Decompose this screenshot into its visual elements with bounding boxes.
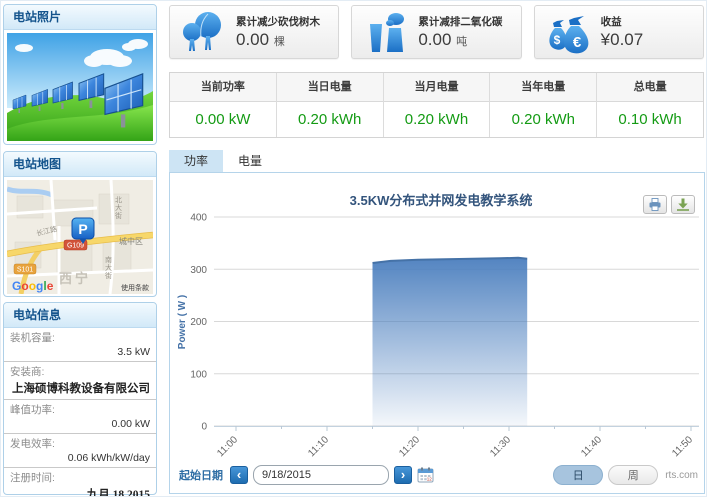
info-row-registered: 注册时间: 九月.18,2015: [4, 468, 156, 497]
chart-export-buttons: [643, 195, 695, 214]
station-map-panel: 电站地图: [3, 151, 157, 297]
chart-tabs: 功率 电量: [169, 150, 277, 172]
download-icon: [676, 198, 690, 211]
svg-text:G109: G109: [67, 243, 84, 250]
week-range-button[interactable]: 周: [608, 465, 658, 485]
svg-text:200: 200: [190, 317, 207, 328]
date-toolbar: 起始日期 ‹ › 12 日 周 rts.com: [179, 464, 698, 486]
station-map-title: 电站地图: [4, 152, 156, 177]
card-co2-reduced: 累计减排二氧化碳 0.00 吨: [351, 5, 521, 59]
svg-text:11:40: 11:40: [579, 434, 604, 459]
stat-total-energy: 总电量 0.10 kWh: [596, 73, 703, 137]
day-range-button[interactable]: 日: [553, 465, 603, 485]
map-terms-link[interactable]: 使用条款: [121, 283, 149, 292]
download-chart-button[interactable]: [671, 195, 695, 214]
svg-text:400: 400: [190, 213, 207, 224]
city-label: 西宁: [59, 271, 91, 286]
district-label: 城中区: [119, 236, 143, 246]
solar-panels-photo: [7, 33, 153, 141]
street-label-3: 南大街: [105, 255, 112, 280]
stat-monthly-energy: 当月电量 0.20 kWh: [383, 73, 490, 137]
print-chart-button[interactable]: [643, 195, 667, 214]
trees-icon: [180, 10, 228, 54]
station-photo-image: [4, 30, 156, 149]
info-row-peak-power: 峰值功率: 0.00 kW: [4, 400, 156, 434]
info-row-installer: 安装商: 上海硕博科教设备有限公司: [4, 362, 156, 400]
svg-text:11:50: 11:50: [670, 434, 695, 459]
svg-text:11:30: 11:30: [488, 434, 513, 459]
card-income: $ € 收益 ¥0.07: [534, 5, 704, 59]
money-bags-icon: $ €: [545, 10, 593, 54]
energy-stats-table: 当前功率 0.00 kW 当日电量 0.20 kWh 当月电量 0.20 kWh…: [169, 72, 704, 138]
station-photo-panel: 电站照片: [3, 4, 157, 145]
info-row-capacity: 装机容量: 3.5 kW: [4, 328, 156, 362]
stat-daily-energy: 当日电量 0.20 kWh: [276, 73, 383, 137]
svg-text:100: 100: [190, 369, 207, 380]
svg-text:Power ( W ): Power ( W ): [177, 295, 188, 349]
svg-text:S101: S101: [17, 267, 33, 274]
station-map[interactable]: G109 S101 长江路 北大街 南大街 城中区 西宁 P Google 使用…: [4, 177, 156, 302]
svg-text:P: P: [78, 221, 87, 237]
prev-day-button[interactable]: ‹: [230, 466, 248, 484]
start-date-label: 起始日期: [179, 467, 223, 483]
svg-text:11:20: 11:20: [397, 434, 422, 459]
solar-dashboard-page: 电站照片: [0, 0, 707, 497]
tab-power[interactable]: 功率: [169, 150, 223, 172]
svg-text:300: 300: [190, 265, 207, 276]
next-day-button[interactable]: ›: [394, 466, 412, 484]
station-info-title: 电站信息: [4, 303, 156, 328]
svg-text:11:00: 11:00: [215, 434, 240, 459]
power-area-chart: 0 100 200 300 400 11:00 11:10 11:20 11:30 11:40 11…: [173, 177, 701, 461]
stat-yearly-energy: 当年电量 0.20 kWh: [489, 73, 596, 137]
svg-text:3.5KW分布式并网发电教学系统: 3.5KW分布式并网发电教学系统: [350, 193, 533, 208]
google-logo[interactable]: Google: [12, 279, 54, 293]
chart-watermark: rts.com: [665, 470, 698, 481]
stat-current-power: 当前功率 0.00 kW: [170, 73, 276, 137]
start-date-input[interactable]: [253, 465, 389, 485]
station-photo-title: 电站照片: [4, 5, 156, 30]
cooling-towers-icon: [362, 10, 410, 54]
card-trees-saved: 累计减少砍伐树木 0.00 棵: [169, 5, 339, 59]
svg-text:12: 12: [427, 477, 433, 482]
svg-text:0: 0: [201, 422, 207, 433]
google-map[interactable]: G109 S101 长江路 北大街 南大街 城中区 西宁 P Google 使用…: [7, 180, 153, 294]
summary-cards: 累计减少砍伐树木 0.00 棵 累计减排二氧化碳 0.00 吨 $: [169, 5, 704, 59]
svg-text:11:10: 11:10: [306, 434, 331, 459]
calendar-icon[interactable]: 12: [417, 467, 434, 483]
road-badge-s101: S101: [14, 264, 36, 274]
svg-text:€: €: [572, 34, 581, 51]
info-row-efficiency: 发电效率: 0.06 kWh/kW/day: [4, 434, 156, 468]
street-label-2: 北大街: [115, 196, 122, 220]
tab-energy[interactable]: 电量: [223, 150, 277, 172]
svg-text:$: $: [553, 33, 560, 47]
station-info-panel: 电站信息 装机容量: 3.5 kW 安装商: 上海硕博科教设备有限公司 峰值功率…: [3, 302, 157, 495]
printer-icon: [648, 198, 662, 211]
power-chart-panel: 0 100 200 300 400 11:00 11:10 11:20 11:30 11:40 11…: [169, 172, 705, 494]
